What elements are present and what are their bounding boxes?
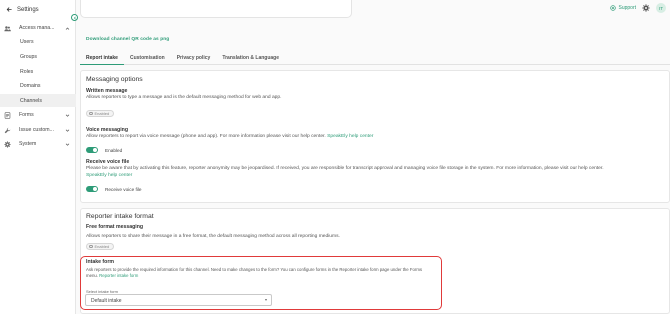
sidebar-item-groups[interactable]: Groups [20, 54, 37, 60]
back-to-settings[interactable]: Settings [6, 6, 39, 13]
free-format-desc: Allows reporters to share their message … [86, 234, 340, 239]
download-qr-link[interactable]: Download channel QR code as png [86, 37, 169, 42]
voice-file-desc-text: Please be aware that by activating this … [86, 166, 604, 171]
sidebar-item-label: Issue custom... [19, 127, 54, 133]
tab-bar: Report intake Customisation Privacy poli… [80, 51, 670, 65]
chevron-down-icon [65, 129, 70, 132]
written-message-status-badge: Enabled [86, 110, 115, 117]
reporter-intake-form-link[interactable]: Reporter intake form [99, 273, 138, 278]
help-icon [610, 5, 617, 11]
intake-format-title: Reporter intake format [86, 213, 154, 220]
status-label: Enabled [94, 244, 110, 249]
sidebar-item-label: System [19, 141, 37, 147]
help-center-link[interactable]: SpeakEly help center [327, 134, 373, 139]
sidebar-item-forms[interactable]: Forms [0, 108, 76, 122]
chevron-left-icon [73, 16, 76, 19]
intake-form-desc: Ask reporters to provide the required in… [86, 267, 436, 279]
free-format-title: Free format messaging [86, 224, 144, 230]
intake-form-title: Intake form [86, 259, 114, 265]
tab-report-intake[interactable]: Report intake [80, 51, 124, 65]
sidebar-collapse-toggle[interactable] [71, 14, 78, 21]
wrench-icon [4, 127, 11, 133]
intake-form-desc-line1: Ask reporters to provide the required in… [86, 267, 423, 272]
support-link[interactable]: Support [610, 5, 636, 11]
support-label: Support [618, 5, 636, 11]
arrow-left-icon [6, 7, 12, 12]
users-icon [4, 25, 11, 31]
status-label: Enabled [94, 111, 110, 116]
sidebar-item-roles[interactable]: Roles [20, 69, 33, 75]
chevron-down-icon [65, 143, 70, 146]
sidebar-item-users[interactable]: Users [20, 39, 34, 45]
sidebar-item-domains[interactable]: Domains [20, 83, 40, 89]
written-message-desc: Allows reporters to type a message and i… [86, 95, 282, 100]
intake-form-select[interactable]: Default intake [85, 294, 272, 306]
messaging-options-title: Messaging options [86, 76, 143, 83]
sidebar-item-label: Access mana... [19, 25, 55, 31]
sidebar-item-access-management[interactable]: Access mana... [0, 21, 76, 35]
user-avatar[interactable]: IT [656, 3, 666, 13]
free-format-status-badge: Enabled [86, 243, 115, 250]
sidebar-item-channels[interactable]: Channels [0, 94, 76, 107]
sidebar-item-label: Forms [19, 112, 34, 118]
status-dot-icon [89, 244, 93, 249]
back-label: Settings [17, 6, 39, 13]
gear-icon [4, 140, 11, 148]
chevron-up-icon [65, 27, 70, 30]
voice-toggle-label: Enabled [105, 147, 123, 153]
voice-messaging-desc: Allow reporters to report via voice mess… [86, 133, 373, 140]
sidebar: Settings Access mana... Users Groups Rol… [0, 0, 76, 314]
sidebar-item-issue-customisation[interactable]: Issue custom... [0, 123, 76, 137]
help-center-link[interactable]: SpeakEly help center [86, 173, 132, 178]
tab-customisation[interactable]: Customisation [124, 51, 171, 65]
form-icon [4, 111, 11, 119]
tab-privacy-policy[interactable]: Privacy policy [171, 51, 217, 65]
select-value: Default intake [91, 297, 122, 304]
qr-card [80, 0, 352, 18]
top-bar-actions: Support IT [610, 3, 666, 13]
status-dot-icon [89, 111, 93, 116]
voice-messaging-toggle[interactable] [86, 147, 98, 153]
settings-gear-icon[interactable] [642, 4, 650, 12]
sidebar-item-system[interactable]: System [0, 137, 76, 151]
intake-form-desc-prefix: menu. [86, 273, 98, 278]
voice-desc-text: Allow reporters to report via voice mess… [86, 134, 326, 139]
voice-file-toggle-label: Receive voice file [105, 186, 142, 192]
caret-down-icon [265, 299, 267, 301]
receive-voice-file-desc: Please be aware that by activating this … [86, 165, 656, 179]
chevron-down-icon [65, 114, 70, 117]
tab-translation-language[interactable]: Translation & Language [216, 51, 285, 65]
receive-voice-file-toggle[interactable] [86, 186, 98, 192]
